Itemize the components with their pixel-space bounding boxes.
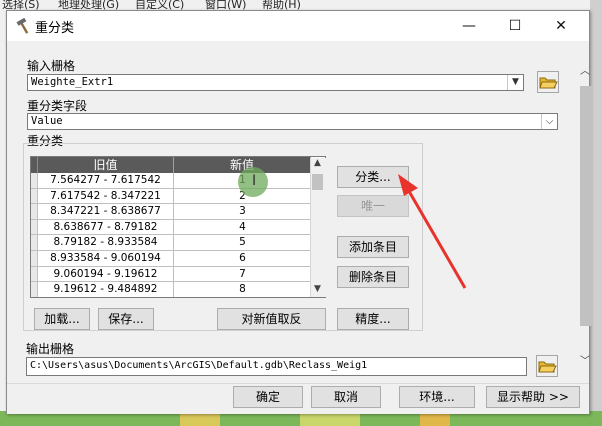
reclass-table[interactable]: 旧值 新值 7.564277 - 7.617542 1 7.617542 - 8… (30, 156, 326, 298)
chevron-down-icon[interactable]: ▼ (314, 284, 321, 294)
table-row[interactable]: 8.79182 - 8.933584 5 (31, 235, 325, 251)
save-button[interactable]: 保存... (98, 308, 154, 330)
column-header-old[interactable]: 旧值 (38, 157, 174, 173)
input-raster-dropdown[interactable]: Weighte_Extr1 ▼ (27, 74, 524, 91)
table-row[interactable]: 8.638677 - 8.79182 4 (31, 219, 325, 236)
dialog-title: 重分类 (35, 21, 75, 36)
chevron-down-icon[interactable]: ▼ (507, 75, 523, 90)
ok-button[interactable]: 确定 (233, 386, 303, 408)
old-value-cell[interactable]: 9.19612 - 9.484892 (38, 282, 174, 297)
table-row[interactable]: 8.347221 - 8.638677 3 (31, 204, 325, 220)
input-raster-value: Weighte_Extr1 (31, 76, 114, 88)
cancel-button[interactable]: 取消 (311, 386, 381, 408)
maximize-button[interactable]: ☐ (493, 11, 537, 41)
reclass-field-label: 重分类字段 (27, 99, 88, 113)
input-raster-label: 输入栅格 (27, 59, 76, 73)
text-cursor-icon: I (252, 173, 257, 189)
old-value-cell[interactable]: 8.933584 - 9.060194 (38, 251, 174, 267)
old-value-cell[interactable]: 9.060194 - 9.19612 (38, 266, 174, 283)
table-scrollbar-thumb[interactable] (312, 174, 323, 190)
old-value-cell[interactable]: 8.79182 - 8.933584 (38, 235, 174, 251)
reclass-field-value: Value (31, 115, 63, 127)
new-value-cell[interactable]: 5 (174, 235, 311, 251)
row-selector[interactable] (31, 188, 38, 205)
open-folder-icon (538, 361, 557, 373)
old-value-cell[interactable]: 7.617542 - 8.347221 (38, 188, 174, 205)
chevron-up-icon[interactable]: ▲ (314, 158, 321, 168)
row-selector[interactable] (31, 235, 38, 251)
output-raster-value: C:\Users\asus\Documents\ArcGIS\Default.g… (30, 360, 368, 371)
old-value-cell[interactable]: 7.564277 - 7.617542 (38, 173, 174, 189)
old-value-cell[interactable]: 8.347221 - 8.638677 (38, 204, 174, 220)
show-help-button[interactable]: 显示帮助 >> (486, 386, 580, 408)
row-selector[interactable] (31, 219, 38, 236)
open-folder-icon (539, 77, 558, 89)
input-raster-browse-button[interactable] (537, 71, 559, 93)
output-raster-label: 输出栅格 (26, 342, 75, 356)
reverse-new-values-button[interactable]: 对新值取反 (217, 308, 326, 330)
chevron-down-icon[interactable]: ﹀ (580, 352, 590, 367)
table-row[interactable]: 7.564277 - 7.617542 1 (31, 173, 325, 189)
annotation-arrow-icon (398, 174, 467, 289)
row-selector[interactable] (31, 173, 38, 189)
chevron-down-icon[interactable]: ⌵ (541, 114, 557, 129)
row-header-corner (31, 157, 38, 173)
row-selector[interactable] (31, 282, 38, 297)
output-raster-browse-button[interactable] (536, 355, 558, 377)
table-row[interactable]: 7.617542 - 8.347221 2 (31, 188, 325, 205)
row-selector[interactable] (31, 204, 38, 220)
new-value-cell[interactable]: 4 (174, 220, 311, 236)
dialog-scrollbar-thumb[interactable] (580, 86, 592, 326)
new-value-cell[interactable]: 7 (174, 267, 311, 283)
reclass-field-dropdown[interactable]: Value ⌵ (27, 113, 558, 130)
environments-button[interactable]: 环境... (399, 386, 475, 408)
row-selector[interactable] (31, 251, 38, 267)
new-value-cell[interactable]: 3 (174, 204, 311, 220)
title-bar: 重分类 — ☐ ✕ (7, 11, 589, 41)
output-raster-input[interactable]: C:\Users\asus\Documents\ArcGIS\Default.g… (26, 357, 527, 376)
new-value-cell[interactable]: 6 (174, 251, 311, 267)
table-row[interactable]: 9.19612 - 9.484892 8 (31, 282, 325, 297)
precision-button[interactable]: 精度... (337, 308, 409, 330)
table-row[interactable]: 9.060194 - 9.19612 7 (31, 266, 325, 283)
row-selector[interactable] (31, 266, 38, 283)
old-value-cell[interactable]: 8.638677 - 8.79182 (38, 219, 174, 236)
table-row[interactable]: 8.933584 - 9.060194 6 (31, 251, 325, 267)
close-button[interactable]: ✕ (539, 11, 583, 41)
minimize-button[interactable]: — (447, 11, 491, 41)
chevron-up-icon[interactable]: ︿ (580, 62, 590, 77)
new-value-cell[interactable]: 8 (174, 282, 311, 297)
load-button[interactable]: 加载... (34, 308, 90, 330)
hammer-icon (16, 17, 29, 34)
